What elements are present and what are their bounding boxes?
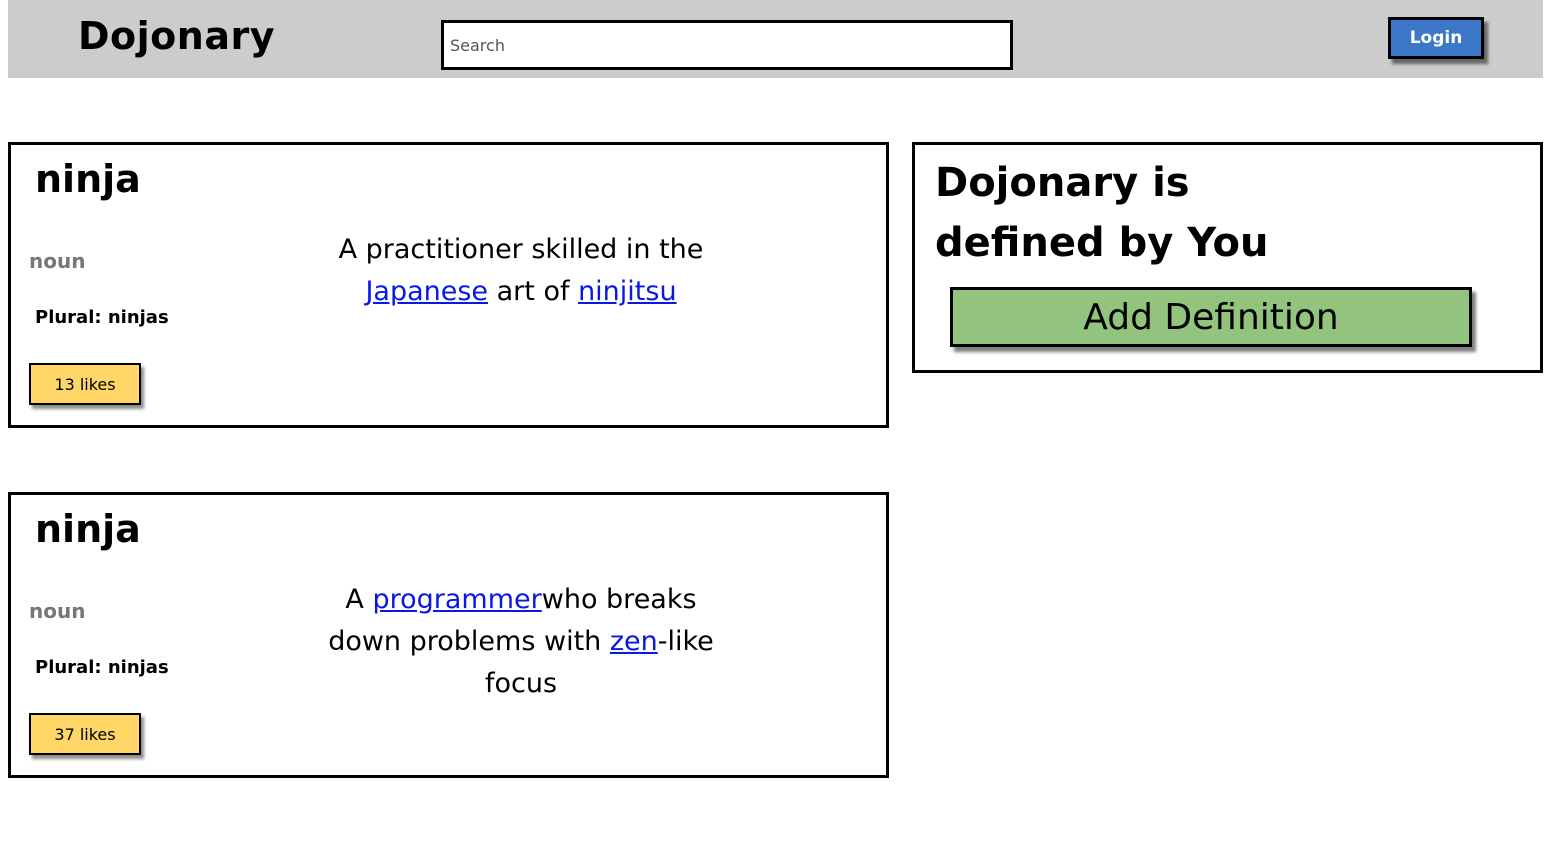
contribute-panel: Dojonary is defined by You Add Definitio… (912, 142, 1543, 373)
tagline-line: defined by You (935, 220, 1269, 266)
tagline: Dojonary is defined by You (935, 153, 1335, 273)
definition-text-part: A (345, 584, 373, 615)
definition-card: ninja noun Plural: ninjas 37 likes A pro… (8, 492, 889, 778)
definition-link[interactable]: Japanese (365, 276, 488, 307)
entry-word: ninja (35, 507, 141, 551)
definition-text: A programmerwho breaks down problems wit… (311, 579, 731, 705)
definition-card: ninja noun Plural: ninjas 13 likes A pra… (8, 142, 889, 428)
likes-button[interactable]: 37 likes (29, 713, 141, 755)
logo[interactable]: Dojonary (78, 14, 275, 58)
likes-button[interactable]: 13 likes (29, 363, 141, 405)
definition-text-part: A practitioner skilled in the (338, 234, 704, 265)
part-of-speech: noun (29, 599, 86, 623)
definition-text-part: art of (488, 276, 579, 307)
entry-word: ninja (35, 157, 141, 201)
tagline-line: Dojonary is (935, 160, 1190, 206)
header-bar: Dojonary Login (8, 0, 1543, 78)
add-definition-button[interactable]: Add Definition (950, 287, 1472, 347)
definition-text: A practitioner skilled in the Japanese a… (311, 229, 731, 313)
definition-link[interactable]: zen (610, 626, 658, 657)
part-of-speech: noun (29, 249, 86, 273)
definition-link[interactable]: programmer (372, 584, 541, 615)
login-button[interactable]: Login (1388, 17, 1484, 59)
search-input[interactable] (441, 20, 1013, 70)
plural-form: Plural: ninjas (35, 307, 169, 328)
plural-form: Plural: ninjas (35, 657, 169, 678)
definition-link[interactable]: ninjitsu (578, 276, 677, 307)
